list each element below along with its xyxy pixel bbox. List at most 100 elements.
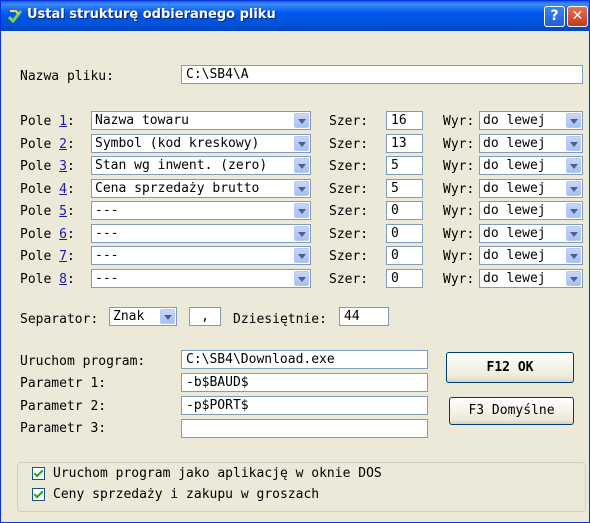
dos-window-label: Uruchom program jako aplikację w oknie D… [53, 466, 382, 481]
field-name-select[interactable]: Symbol (kod kreskowy) [91, 133, 311, 153]
field-label: Pole 7: [20, 249, 75, 264]
grosze-checkbox[interactable] [32, 488, 45, 501]
field-name-value: Nazwa towaru [95, 113, 189, 128]
chevron-down-icon[interactable] [294, 203, 309, 218]
width-label: Szer: [329, 271, 369, 287]
align-label: Wyr: [443, 181, 475, 197]
width-input[interactable]: 0 [386, 223, 423, 243]
align-label: Wyr: [443, 249, 475, 264]
field-label-text: Pole [20, 249, 52, 264]
param3-input[interactable] [181, 419, 428, 438]
field-name-select[interactable]: Stan wg inwent. (zero) [91, 156, 311, 175]
field-name-select[interactable]: Nazwa towaru [91, 111, 311, 130]
align-label: Wyr: [443, 226, 475, 242]
chevron-down-icon[interactable] [566, 180, 581, 196]
chevron-down-icon[interactable] [294, 270, 309, 286]
field-name-value: Stan wg inwent. (zero) [95, 158, 268, 173]
field-number: 2 [59, 136, 67, 152]
align-select[interactable]: do lewej [479, 246, 583, 265]
field-name-value: --- [95, 270, 119, 286]
run-program-input[interactable]: C:\SB4\Download.exe [181, 350, 428, 369]
width-label: Szer: [329, 181, 369, 197]
width-input[interactable]: 0 [386, 201, 423, 220]
chevron-down-icon[interactable] [294, 113, 309, 128]
align-select[interactable]: do lewej [479, 156, 583, 175]
chevron-down-icon[interactable] [294, 158, 309, 173]
field-number: 3 [59, 159, 67, 174]
field-name-select[interactable]: Cena sprzedaży brutto [91, 178, 311, 198]
width-input[interactable]: 5 [386, 156, 423, 175]
chevron-down-icon[interactable] [294, 135, 309, 151]
align-value: do lewej [483, 180, 546, 196]
align-label: Wyr: [443, 271, 475, 287]
width-input[interactable]: 0 [386, 268, 423, 288]
file-name-input[interactable]: C:\SB4\A [181, 65, 583, 84]
width-input[interactable]: 13 [386, 133, 423, 153]
align-select[interactable]: do lewej [479, 111, 583, 130]
align-value: do lewej [483, 225, 546, 241]
align-value: do lewej [483, 248, 546, 263]
param1-input[interactable]: -b$BAUD$ [181, 373, 428, 392]
separator-label: Separator: [20, 312, 99, 327]
dos-window-checkbox[interactable] [32, 467, 45, 480]
title-bar[interactable]: Ustal strukturę odbieranego pliku ? ✕ [1, 1, 589, 31]
decimal-label: Dziesiętnie: [233, 312, 327, 327]
field-label: Pole 8: [20, 271, 75, 287]
field-name-select[interactable]: --- [91, 201, 311, 220]
width-input[interactable]: 0 [386, 246, 423, 265]
separator-char-input[interactable]: , [189, 307, 221, 326]
defaults-button[interactable]: F3 Domyślne [449, 397, 574, 425]
align-value: do lewej [483, 203, 546, 218]
dialog-window: Ustal strukturę odbieranego pliku ? ✕ Na… [0, 0, 590, 523]
chevron-down-icon[interactable] [294, 225, 309, 241]
separator-type-value: Znak [113, 309, 145, 324]
chevron-down-icon[interactable] [566, 248, 581, 263]
decimal-input[interactable]: 44 [339, 307, 389, 326]
align-select[interactable]: do lewej [479, 223, 583, 243]
field-label: Pole 3: [20, 159, 75, 174]
chevron-down-icon[interactable] [294, 248, 309, 263]
chevron-down-icon[interactable] [566, 135, 581, 151]
param2-label: Parametr 2: [20, 399, 107, 414]
field-number: 5 [59, 204, 67, 219]
align-value: do lewej [483, 135, 546, 151]
align-select[interactable]: do lewej [479, 268, 583, 288]
chevron-down-icon[interactable] [566, 203, 581, 218]
window-title: Ustal strukturę odbieranego pliku [27, 7, 276, 22]
chevron-down-icon[interactable] [566, 225, 581, 241]
field-label-text: Pole [20, 136, 52, 152]
help-button[interactable]: ? [544, 6, 565, 27]
file-name-label: Nazwa pliku: [20, 69, 114, 84]
field-label-text: Pole [20, 159, 52, 174]
separator-type-select[interactable]: Znak [109, 307, 177, 326]
align-value: do lewej [483, 113, 546, 128]
align-select[interactable]: do lewej [479, 133, 583, 153]
field-name-value: Cena sprzedaży brutto [95, 180, 260, 196]
param3-label: Parametr 3: [20, 421, 107, 436]
field-label-text: Pole [20, 204, 52, 219]
field-name-value: Symbol (kod kreskowy) [95, 135, 260, 151]
ok-button[interactable]: F12 OK [446, 352, 574, 383]
param2-input[interactable]: -p$PORT$ [181, 396, 428, 415]
field-name-select[interactable]: --- [91, 223, 311, 243]
align-select[interactable]: do lewej [479, 178, 583, 198]
field-number: 8 [59, 271, 67, 287]
width-label: Szer: [329, 226, 369, 242]
chevron-down-icon[interactable] [294, 180, 309, 196]
chevron-down-icon[interactable] [566, 113, 581, 128]
field-name-select[interactable]: --- [91, 268, 311, 288]
width-label: Szer: [329, 114, 369, 129]
field-name-select[interactable]: --- [91, 246, 311, 265]
field-number: 4 [59, 181, 67, 197]
chevron-down-icon[interactable] [566, 158, 581, 173]
field-label-text: Pole [20, 181, 52, 197]
chevron-down-icon[interactable] [160, 309, 175, 324]
close-button[interactable]: ✕ [567, 6, 588, 27]
grosze-label: Ceny sprzedaży i zakupu w groszach [53, 487, 320, 502]
width-input[interactable]: 5 [386, 178, 423, 198]
width-input[interactable]: 16 [386, 111, 423, 130]
align-select[interactable]: do lewej [479, 201, 583, 220]
align-label: Wyr: [443, 114, 475, 129]
chevron-down-icon[interactable] [566, 270, 581, 286]
align-value: do lewej [483, 158, 546, 173]
